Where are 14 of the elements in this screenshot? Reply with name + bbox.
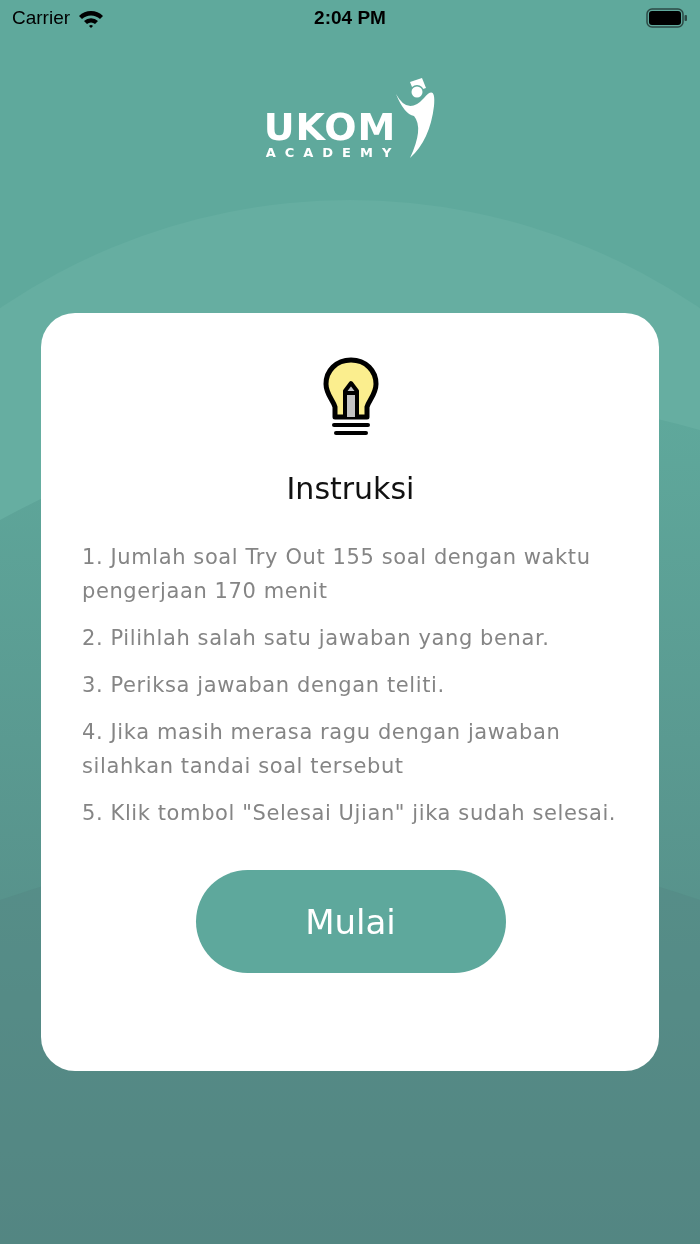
logo-subtitle: ACADEMY (265, 146, 401, 160)
instruction-text: 1. Jumlah soal Try Out 155 soal dengan waktu pengerjaan 170 menit (82, 544, 592, 605)
instruction-text: 4. Jika masih merasa ragu dengan jawaban silahkan tandai soal tersebut (82, 719, 562, 780)
lightbulb-icon (322, 357, 379, 437)
clock-time: 2:04 PM (314, 7, 386, 29)
battery-icon (646, 8, 688, 28)
instruction-text: 5. Klik tombol "Selesai Ujian" jika sudah selesai. (82, 800, 618, 827)
card-title: Instruksi (286, 471, 415, 506)
start-button[interactable]: Mulai (195, 870, 506, 973)
instruction-text: 3. Periksa jawaban dengan teliti. (82, 672, 446, 699)
wifi-icon (78, 8, 105, 28)
logo-title: UKOM (263, 108, 397, 146)
instruction-text: 2. Pilihlah salah satu jawaban yang benar. (82, 625, 551, 652)
carrier-label: Carrier (12, 7, 71, 29)
